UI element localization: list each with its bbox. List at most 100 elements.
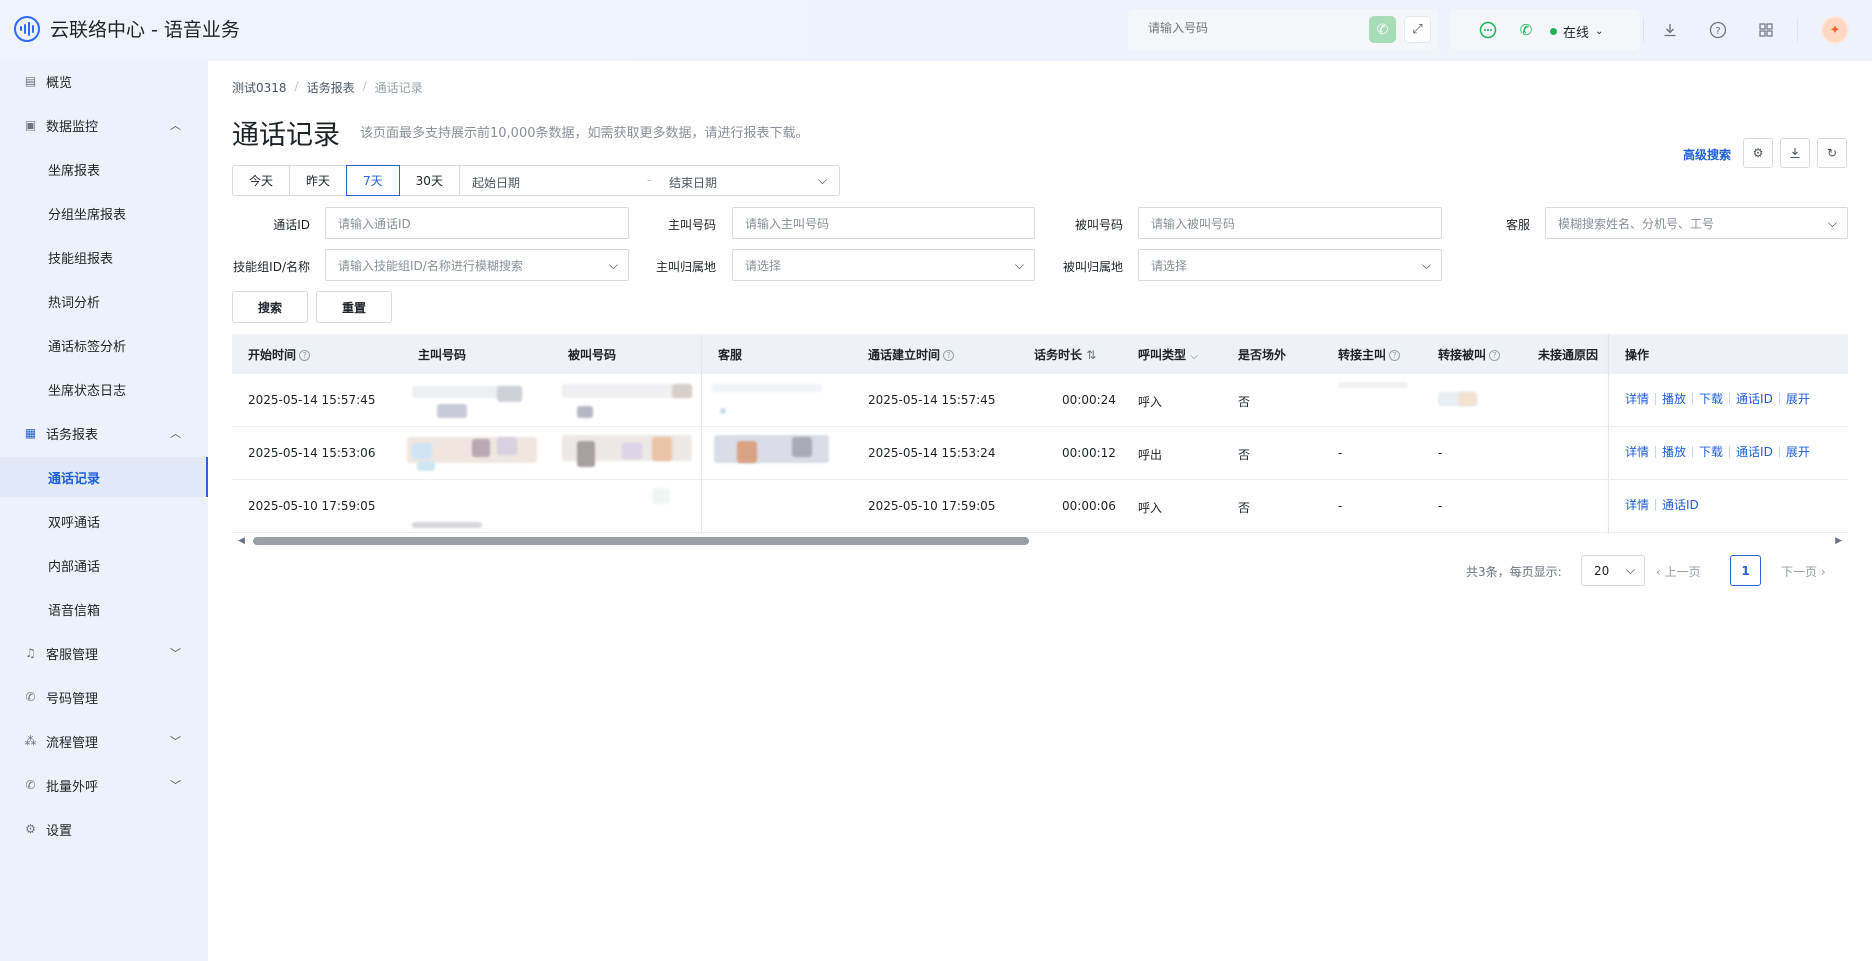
detail-link[interactable]: 详情 bbox=[1625, 499, 1657, 511]
refresh-button[interactable]: ↻ bbox=[1817, 138, 1847, 168]
range-today-button[interactable]: 今天 bbox=[232, 165, 291, 196]
sidebar-item-agent-management[interactable]: ♫ 客服管理 ﹀ bbox=[0, 633, 208, 673]
chevron-right-icon: › bbox=[1820, 565, 1826, 579]
sidebar-item-number-management[interactable]: ✆ 号码管理 bbox=[0, 677, 208, 717]
batch-call-icon: ✆ bbox=[25, 778, 36, 792]
apps-grid-icon[interactable] bbox=[1755, 19, 1777, 41]
horizontal-scrollbar[interactable]: ◀ ▶ bbox=[232, 534, 1848, 548]
date-range-picker[interactable]: 起始日期 - 结束日期 ⌵ bbox=[458, 165, 840, 196]
chevron-down-icon: ⌵ bbox=[1014, 258, 1024, 272]
prev-page-button[interactable]: ‹ 上一页 bbox=[1656, 563, 1701, 580]
sidebar-item-data-monitor[interactable]: ▣ 数据监控 ︿ bbox=[0, 105, 208, 145]
caller-input[interactable]: 请输入主叫号码 bbox=[732, 207, 1035, 239]
sidebar-item-call-records[interactable]: 通话记录 bbox=[0, 457, 208, 497]
agent-select[interactable]: 模糊搜索姓名、分机号、工号 ⌵ bbox=[1545, 207, 1848, 239]
col-transfer-caller[interactable]: 转接主叫? bbox=[1338, 346, 1401, 363]
agent-label: 客服 bbox=[1505, 218, 1530, 232]
scroll-right-icon[interactable]: ▶ bbox=[1835, 536, 1842, 546]
table-row: 2025-05-14 15:57:45 2025-05-14 15:57:45 … bbox=[232, 374, 1848, 427]
range-30days-button[interactable]: 30天 bbox=[398, 165, 460, 196]
col-duration[interactable]: 话务时长 ⇅ bbox=[1034, 346, 1096, 363]
help-icon[interactable]: ? bbox=[1707, 19, 1729, 41]
table-header: 开始时间? 主叫号码 被叫号码 客服 通话建立时间? 话务时长 ⇅ 呼叫类型 ⌵… bbox=[232, 334, 1848, 374]
col-unanswered-reason[interactable]: 未接通原因? bbox=[1538, 346, 1600, 363]
caller-region-select[interactable]: 请选择 ⌵ bbox=[732, 249, 1035, 281]
page-size-select[interactable]: 20 ⌵ bbox=[1581, 555, 1645, 586]
col-start-time[interactable]: 开始时间? bbox=[248, 346, 311, 363]
skill-select[interactable]: 请输入技能组ID/名称进行模糊搜索 ⌵ bbox=[325, 249, 629, 281]
chevron-left-icon: ‹ bbox=[1656, 565, 1661, 579]
sidebar-item-settings[interactable]: ⚙ 设置 bbox=[0, 809, 208, 849]
sidebar-item-dual-call[interactable]: 双呼通话 bbox=[0, 501, 208, 541]
range-yesterday-button[interactable]: 昨天 bbox=[289, 165, 348, 196]
sidebar-item-hotword[interactable]: 热词分析 bbox=[0, 281, 208, 321]
call-id-link[interactable]: 通话ID bbox=[1730, 446, 1780, 458]
cell-transfer-caller: - bbox=[1338, 446, 1343, 460]
play-link[interactable]: 播放 bbox=[1656, 393, 1694, 405]
app-title: 云联络中心 - 语音业务 bbox=[50, 19, 240, 41]
download-icon[interactable] bbox=[1659, 19, 1681, 41]
call-id-input[interactable]: 请输入通话ID bbox=[325, 207, 629, 239]
dial-call-button[interactable]: ✆ bbox=[1369, 16, 1396, 43]
play-link[interactable]: 播放 bbox=[1656, 446, 1694, 458]
status-dropdown[interactable]: 在线 ⌄ bbox=[1550, 22, 1603, 41]
end-date-input[interactable]: 结束日期 bbox=[669, 174, 717, 191]
scrollbar-thumb[interactable] bbox=[253, 537, 1029, 545]
sidebar-item-internal-call[interactable]: 内部通话 bbox=[0, 545, 208, 585]
sidebar-item-flow-management[interactable]: ⁂ 流程管理 ﹀ bbox=[0, 721, 208, 761]
sidebar-item-call-tags[interactable]: 通话标签分析 bbox=[0, 325, 208, 365]
export-button[interactable] bbox=[1780, 138, 1810, 168]
reset-button[interactable]: 重置 bbox=[316, 291, 392, 323]
sidebar-item-batch-call[interactable]: ✆ 批量外呼 ﹀ bbox=[0, 765, 208, 805]
col-call-type[interactable]: 呼叫类型 ⌵ bbox=[1138, 346, 1198, 363]
download-link[interactable]: 下载 bbox=[1693, 393, 1731, 405]
status-dot bbox=[1550, 28, 1557, 35]
status-label: 在线 bbox=[1563, 26, 1590, 41]
cell-established: 2025-05-14 15:53:24 bbox=[868, 446, 996, 460]
chevron-down-icon: ⌵ bbox=[1625, 563, 1635, 577]
chat-icon[interactable] bbox=[1478, 20, 1498, 40]
table-row: 2025-05-14 15:53:06 2025-05-14 15:53:24 … bbox=[232, 427, 1848, 480]
breadcrumb-item[interactable]: 测试0318 bbox=[232, 79, 287, 96]
overview-icon: ▤ bbox=[24, 74, 37, 88]
avatar[interactable]: ✦ bbox=[1821, 16, 1849, 44]
sidebar-item-skill-report[interactable]: 技能组报表 bbox=[0, 237, 208, 277]
range-7days-button[interactable]: 7天 bbox=[346, 165, 400, 196]
breadcrumb-item[interactable]: 话务报表 bbox=[307, 79, 355, 96]
phone-icon[interactable]: ✆ bbox=[1516, 20, 1536, 40]
detail-link[interactable]: 详情 bbox=[1625, 446, 1657, 458]
call-id-link[interactable]: 通话ID bbox=[1730, 393, 1780, 405]
advanced-search-link[interactable]: 高级搜索 bbox=[1683, 146, 1731, 163]
dial-number-input[interactable] bbox=[1148, 21, 1348, 35]
chevron-up-icon: ︿ bbox=[170, 119, 181, 132]
col-agent: 客服 bbox=[718, 348, 743, 362]
callee-region-select[interactable]: 请选择 ⌵ bbox=[1138, 249, 1442, 281]
svg-text:?: ? bbox=[1715, 26, 1720, 37]
expand-link[interactable]: 展开 bbox=[1780, 446, 1816, 458]
chevron-down-icon: ⌵ bbox=[1421, 258, 1431, 272]
refresh-icon: ↻ bbox=[1826, 146, 1838, 160]
callee-input[interactable]: 请输入被叫号码 bbox=[1138, 207, 1442, 239]
column-settings-button[interactable]: ⚙ bbox=[1743, 138, 1773, 168]
expand-link[interactable]: 展开 bbox=[1780, 393, 1816, 405]
expand-button[interactable]: ⤢ bbox=[1404, 16, 1431, 43]
start-date-input[interactable]: 起始日期 bbox=[472, 174, 520, 191]
cell-start-time: 2025-05-14 15:57:45 bbox=[248, 393, 376, 407]
call-id-link[interactable]: 通话ID bbox=[1656, 499, 1705, 511]
sidebar-item-overview[interactable]: ▤ 概览 bbox=[0, 61, 208, 101]
sidebar-item-traffic-report[interactable]: ▦ 话务报表 ︿ bbox=[0, 413, 208, 453]
sidebar-item-group-agent-report[interactable]: 分组坐席报表 bbox=[0, 193, 208, 233]
current-page-button[interactable]: 1 bbox=[1730, 555, 1761, 586]
sidebar-item-agent-status-log[interactable]: 坐席状态日志 bbox=[0, 369, 208, 409]
chevron-down-icon: ⌵ bbox=[817, 173, 827, 187]
cell-duration: 00:00:24 bbox=[1062, 393, 1116, 407]
download-link[interactable]: 下载 bbox=[1693, 446, 1731, 458]
detail-link[interactable]: 详情 bbox=[1625, 393, 1657, 405]
col-transfer-callee[interactable]: 转接被叫? bbox=[1438, 346, 1501, 363]
search-button[interactable]: 搜索 bbox=[232, 291, 308, 323]
scroll-left-icon[interactable]: ◀ bbox=[238, 536, 245, 546]
next-page-button[interactable]: 下一页 › bbox=[1781, 563, 1826, 580]
col-established[interactable]: 通话建立时间? bbox=[868, 346, 955, 363]
sidebar-item-agent-report[interactable]: 坐席报表 bbox=[0, 149, 208, 189]
sidebar-item-voicemail[interactable]: 语音信箱 bbox=[0, 589, 208, 629]
